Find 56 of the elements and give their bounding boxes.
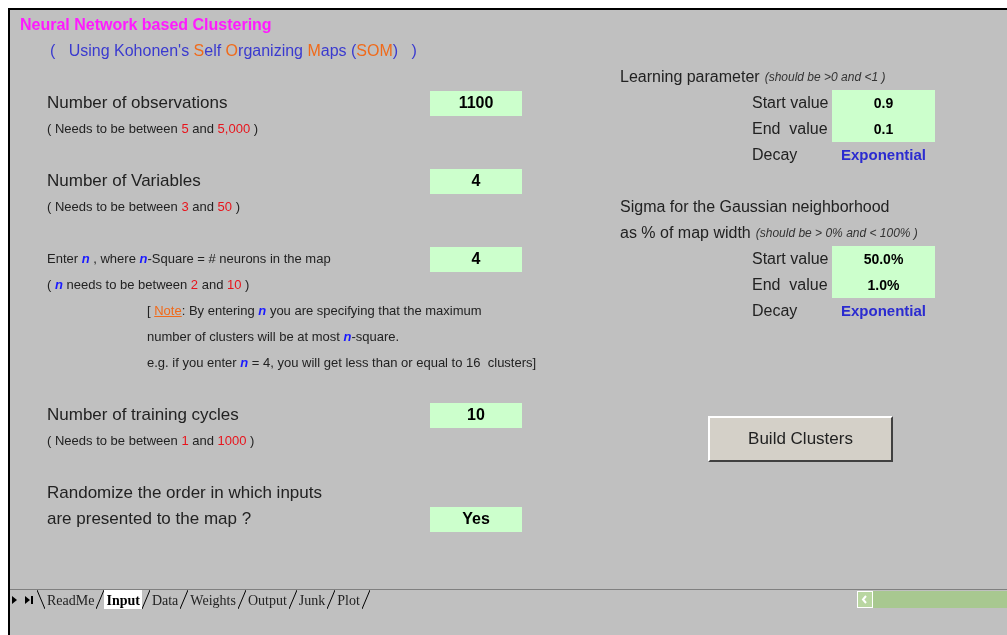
value-cell[interactable]: 50.0% bbox=[832, 246, 935, 272]
value-cell[interactable]: 1.0% bbox=[832, 272, 935, 298]
sheet-tab[interactable]: Output bbox=[245, 590, 289, 609]
value-cell[interactable]: 0.9 bbox=[832, 90, 935, 116]
subtitle: ( Using Kohonen's Self Organizing Maps (SOM) ) bbox=[50, 41, 417, 61]
sheet-tab[interactable]: Weights bbox=[188, 590, 238, 609]
parameter-heading: Learning parameter bbox=[620, 67, 760, 87]
value-cell[interactable]: 4 bbox=[430, 168, 522, 194]
decay-value: Exponential bbox=[840, 144, 927, 165]
note-text: [ Note: By entering n you are specifying that the maximum bbox=[147, 302, 482, 321]
field-label: Number of observations bbox=[47, 92, 229, 115]
horizontal-scrollbar[interactable] bbox=[857, 591, 1007, 608]
tab-edge bbox=[288, 590, 297, 609]
next-sheet-icon[interactable] bbox=[12, 595, 17, 604]
field-label: Number of training cycles bbox=[47, 404, 240, 427]
tab-edge bbox=[141, 590, 150, 609]
tab-edge bbox=[37, 590, 45, 609]
sheet-tab[interactable]: Data bbox=[149, 590, 181, 609]
field-label: Randomize the order in which inputs bbox=[47, 482, 323, 505]
decay-value: Exponential bbox=[840, 300, 927, 321]
field-label: Decay bbox=[752, 301, 799, 321]
field-label: End value bbox=[752, 275, 829, 295]
field-label: End value bbox=[752, 119, 829, 139]
field-label: Number of Variables bbox=[47, 170, 202, 193]
value-cell[interactable]: 1100 bbox=[430, 90, 522, 116]
hint-text: ( Needs to be between 3 and 50 ) bbox=[47, 198, 240, 217]
value-cell[interactable]: 10 bbox=[430, 402, 522, 428]
tab-edge bbox=[361, 590, 370, 609]
value-cell[interactable]: 4 bbox=[430, 246, 522, 272]
tab-edge bbox=[180, 590, 189, 609]
value-cell[interactable]: Yes bbox=[430, 506, 522, 532]
tab-edge bbox=[237, 590, 246, 609]
note-text: e.g. if you enter n = 4, you will get less than or equal to 16 clusters] bbox=[147, 354, 537, 373]
parameter-heading: Sigma for the Gaussian neighborhood bbox=[620, 197, 890, 217]
parameter-heading: as % of map width bbox=[620, 223, 751, 243]
sheet-tab[interactable]: Junk bbox=[296, 590, 328, 609]
field-label: Enter n , where n-Square = # neurons in the map bbox=[47, 250, 332, 269]
hint-text: ( n needs to be between 2 and 10 ) bbox=[47, 276, 250, 295]
field-label: Start value bbox=[752, 249, 830, 269]
field-label: Decay bbox=[752, 145, 799, 165]
sheet-tab[interactable]: ReadMe bbox=[45, 590, 97, 609]
note-text: number of clusters will be at most n-square. bbox=[147, 328, 400, 347]
tab-edge bbox=[327, 590, 336, 609]
hint-text: ( Needs to be between 1 and 1000 ) bbox=[47, 432, 255, 451]
tab-edge bbox=[96, 590, 105, 609]
hint-text: ( Needs to be between 5 and 5,000 ) bbox=[47, 120, 259, 139]
hint-text: (should be > 0% and < 100% ) bbox=[755, 225, 918, 242]
field-label: are presented to the map ? bbox=[47, 508, 253, 531]
sheet-tab[interactable]: Plot bbox=[335, 590, 362, 609]
last-sheet-icon[interactable] bbox=[25, 595, 33, 604]
build-clusters-button[interactable]: Build Clusters bbox=[708, 416, 893, 462]
hint-text: (should be >0 and <1 ) bbox=[764, 69, 886, 86]
sheet-tab[interactable]: Input bbox=[104, 590, 142, 609]
field-label: Start value bbox=[752, 93, 830, 113]
value-cell[interactable]: 0.1 bbox=[832, 116, 935, 142]
title: Neural Network based Clustering bbox=[20, 15, 272, 35]
